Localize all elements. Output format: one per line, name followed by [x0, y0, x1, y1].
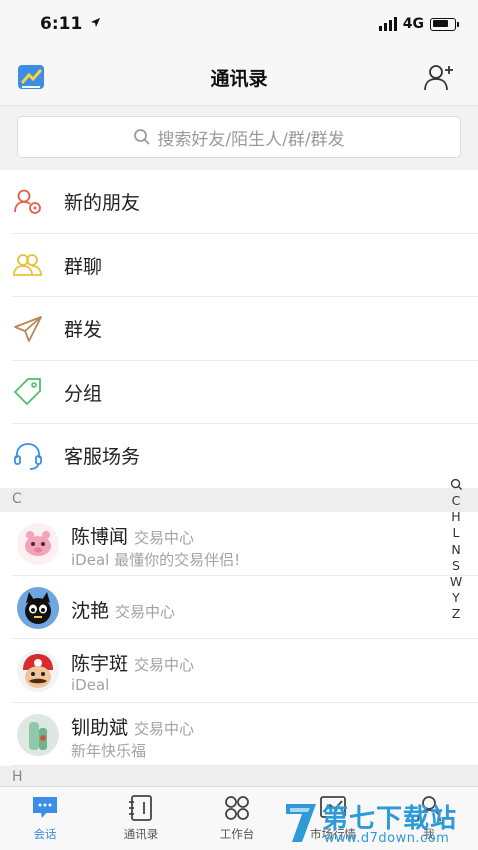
contact-tag: 交易中心	[134, 656, 195, 674]
tab-conversations[interactable]: 会话	[10, 793, 80, 842]
watermark-text: 第七下载站	[322, 804, 458, 834]
menu-item-new-friends[interactable]: 新的朋友	[0, 170, 478, 234]
menu-label: 群发	[64, 319, 103, 342]
avatar	[17, 586, 59, 629]
battery-icon	[430, 17, 459, 31]
headset-icon	[12, 440, 44, 472]
workbench-icon	[222, 793, 252, 823]
add-contact-icon[interactable]	[422, 62, 456, 92]
menu-label: 群聊	[64, 255, 103, 278]
menu-label: 分组	[64, 382, 103, 405]
contact-row[interactable]: 钏助斌 交易中心 新年快乐福	[0, 703, 478, 767]
index-search-icon[interactable]	[450, 478, 463, 491]
network-type: 4G	[402, 16, 424, 32]
contact-tag: 交易中心	[134, 719, 195, 738]
index-letter[interactable]: Z	[452, 606, 461, 622]
tag-icon	[12, 376, 44, 408]
menu-list: 新的朋友 群聊 群发 分组 客服场务	[0, 170, 478, 488]
menu-item-groups[interactable]: 分组	[0, 361, 478, 425]
search-input[interactable]: 搜索好友/陌生人/群/群发	[17, 116, 461, 158]
search-icon	[134, 129, 151, 145]
avatar	[17, 650, 59, 692]
location-arrow-icon	[91, 17, 101, 28]
section-header-c: C	[0, 488, 478, 512]
status-bar: 6:11 4G	[0, 0, 478, 50]
contact-name: 陈宇斑	[71, 653, 129, 675]
alphabet-index[interactable]: C H L N S W Y Z	[448, 478, 464, 623]
tab-label: 通讯录	[123, 827, 159, 841]
menu-item-group-chats[interactable]: 群聊	[0, 234, 478, 298]
contact-signature: iDeal 最懂你的交易伴侣!	[71, 551, 241, 569]
index-letter[interactable]: H	[451, 509, 460, 525]
watermark-url: www.d7down.com	[324, 831, 450, 846]
contact-row[interactable]: 陈博闻 交易中心 iDeal 最懂你的交易伴侣!	[0, 512, 478, 576]
contact-row[interactable]: 沈艳 交易中心	[0, 576, 478, 640]
nav-bar: 通讯录	[0, 50, 478, 106]
signal-icon	[378, 17, 397, 31]
watermark-logo-icon	[286, 804, 316, 842]
contact-name: 沈艳	[71, 599, 110, 622]
avatar	[17, 713, 59, 756]
tab-label: 会话	[33, 827, 57, 841]
menu-label: 新的朋友	[64, 192, 141, 215]
contacts-book-icon	[126, 793, 156, 823]
section-letter: C	[12, 491, 22, 507]
tab-label: 工作台	[219, 827, 255, 841]
contact-list: 陈博闻 交易中心 iDeal 最懂你的交易伴侣! 沈艳 交易中心 陈宇斑 交易中…	[0, 512, 478, 766]
contact-row[interactable]: 陈宇斑 交易中心 iDeal	[0, 639, 478, 703]
index-letter[interactable]: C	[452, 493, 461, 509]
menu-label: 客服场务	[64, 446, 141, 469]
menu-item-broadcast[interactable]: 群发	[0, 297, 478, 361]
index-letter[interactable]: W	[450, 574, 462, 590]
section-letter: H	[12, 769, 23, 785]
index-letter[interactable]: N	[451, 542, 460, 558]
tab-workbench[interactable]: 工作台	[202, 793, 272, 842]
tab-contacts[interactable]: 通讯录	[106, 793, 176, 842]
search-placeholder: 搜索好友/陌生人/群/群发	[157, 129, 345, 150]
search-area: 搜索好友/陌生人/群/群发	[0, 106, 478, 170]
status-time: 6:11	[40, 14, 101, 34]
page-title: 通讯录	[210, 68, 268, 90]
index-letter[interactable]: L	[453, 525, 460, 541]
contact-signature: iDeal	[71, 676, 110, 694]
menu-item-customer-service[interactable]: 客服场务	[0, 424, 478, 488]
index-letter[interactable]: Y	[452, 590, 460, 606]
contact-name: 钏助斌	[71, 716, 129, 739]
avatar	[17, 523, 59, 565]
new-friend-icon	[12, 186, 44, 218]
index-letter[interactable]: S	[452, 558, 460, 574]
chat-icon	[30, 793, 60, 823]
group-chat-icon	[12, 249, 44, 281]
contact-name: 陈博闻	[71, 526, 129, 548]
contact-signature: 新年快乐福	[71, 741, 147, 760]
section-header-h: H	[0, 766, 478, 786]
broadcast-icon	[12, 313, 44, 345]
contact-tag: 交易中心	[134, 529, 195, 547]
watermark: 第七下载站 www.d7down.com	[282, 794, 478, 850]
contact-tag: 交易中心	[115, 602, 176, 621]
